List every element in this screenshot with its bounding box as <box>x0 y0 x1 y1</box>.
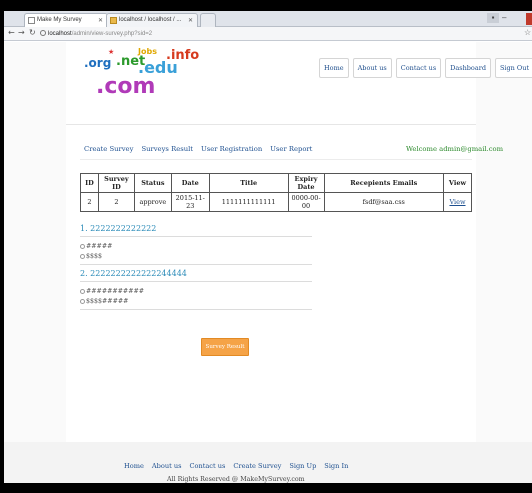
option-label: $$$$##### <box>86 298 129 305</box>
url-field[interactable]: localhost/admin/view-survey.php?sid=2 <box>40 29 520 39</box>
footer-create-survey-link[interactable]: Create Survey <box>233 462 281 470</box>
logo-star-icon: ★ <box>108 48 115 56</box>
nav-home-button[interactable]: Home <box>319 58 349 78</box>
footer-signup-link[interactable]: Sign Up <box>289 462 316 470</box>
close-tab-icon[interactable]: ✕ <box>188 17 193 24</box>
radio-button[interactable] <box>80 244 85 249</box>
maximize-icon[interactable]: – <box>502 13 506 22</box>
nav-signout-button[interactable]: Sign Out <box>494 58 532 78</box>
browser-tab-1[interactable]: Make My Survey ✕ <box>24 13 108 27</box>
frame-top <box>0 0 532 11</box>
question-1: 1. 2222222222222 <box>80 224 157 233</box>
menu-create-survey[interactable]: Create Survey <box>84 145 133 153</box>
nav-about-button[interactable]: About us <box>352 58 392 78</box>
new-tab-button[interactable] <box>200 13 216 27</box>
col-view: View <box>442 173 473 193</box>
footer-signin-link[interactable]: Sign In <box>324 462 348 470</box>
header-divider <box>66 124 476 125</box>
question-divider <box>80 281 312 282</box>
top-nav: Home About us Contact us Dashboard Sign … <box>319 58 532 78</box>
col-recipients: Recepients Emails <box>323 173 444 193</box>
frame-bottom <box>0 483 532 493</box>
browser-tab-2[interactable]: localhost / localhost / ... ✕ <box>106 13 198 27</box>
menu-divider <box>80 159 472 160</box>
cell-title: 1111111111111 <box>208 192 289 212</box>
cell-expiry: 0000-00-00 <box>287 192 325 212</box>
logo-com: .com <box>96 74 156 99</box>
copyright-text: All Rights Reserved @ MakeMySurvey.com <box>167 476 305 483</box>
col-status: Status <box>133 173 172 193</box>
question-divider <box>80 236 312 237</box>
view-link[interactable]: View <box>449 198 465 206</box>
question-divider <box>80 309 312 310</box>
close-tab-icon[interactable]: ✕ <box>98 17 103 24</box>
database-icon <box>110 17 117 24</box>
logo-jobs: Jobs <box>138 47 157 56</box>
minimize-icon[interactable]: ▪ <box>487 13 499 23</box>
content-area: .org ★ .net Jobs .edu .info .com Home Ab… <box>66 42 532 483</box>
survey-table: ID Survey ID Status Date Title Expiry Da… <box>80 173 473 212</box>
menu-user-report[interactable]: User Report <box>270 145 312 153</box>
tab-label-2: localhost / localhost / ... <box>119 17 182 23</box>
back-arrow-icon[interactable]: ← <box>8 28 15 37</box>
footer-nav: Home About us Contact us Create Survey S… <box>124 462 348 470</box>
cell-date: 2015-11-23 <box>170 192 210 212</box>
col-title: Title <box>208 173 289 193</box>
footer-about-link[interactable]: About us <box>152 462 182 470</box>
browser-tabbar: Make My Survey ✕ localhost / localhost /… <box>4 11 532 27</box>
footer-contact-link[interactable]: Contact us <box>189 462 225 470</box>
radio-button[interactable] <box>80 289 85 294</box>
option-label: ########### <box>86 288 145 295</box>
reload-icon[interactable]: ↻ <box>29 28 36 37</box>
col-expiry-date: Expiry Date <box>287 173 325 193</box>
bookmark-star-icon[interactable]: ☆ <box>524 28 531 37</box>
question-divider <box>80 264 312 265</box>
welcome-text: Welcome admin@gmail.com <box>406 145 504 153</box>
option-1-1[interactable]: ##### <box>80 243 112 250</box>
address-bar: ← → ↻ localhost/admin/view-survey.php?si… <box>4 27 532 41</box>
url-path: /admin/view-survey.php?sid=2 <box>71 31 153 37</box>
cell-view: View <box>442 192 473 212</box>
option-2-1[interactable]: ########### <box>80 288 144 295</box>
question-2: 2. 2222222222222244444 <box>80 269 187 278</box>
option-2-2[interactable]: $$$$##### <box>80 298 128 305</box>
nav-contact-button[interactable]: Contact us <box>395 58 442 78</box>
col-id: ID <box>80 173 99 193</box>
close-window-icon[interactable] <box>526 13 532 25</box>
radio-button[interactable] <box>80 299 85 304</box>
nav-dashboard-button[interactable]: Dashboard <box>445 58 491 78</box>
forward-arrow-icon[interactable]: → <box>18 28 25 37</box>
admin-menu: Create Survey Surveys Result User Regist… <box>84 145 312 153</box>
cell-id: 2 <box>80 192 99 212</box>
option-label: $$$$ <box>86 253 103 260</box>
footer-home-link[interactable]: Home <box>124 462 144 470</box>
page-icon <box>28 17 35 24</box>
option-1-2[interactable]: $$$$ <box>80 253 102 260</box>
col-date: Date <box>170 173 210 193</box>
cell-status: approve <box>133 192 172 212</box>
cell-survey-id: 2 <box>97 192 135 212</box>
info-icon[interactable] <box>40 30 46 36</box>
web-page: .org ★ .net Jobs .edu .info .com Home Ab… <box>4 42 532 483</box>
option-label: ##### <box>86 243 113 250</box>
survey-result-button[interactable]: Survey Result <box>201 338 249 356</box>
radio-button[interactable] <box>80 254 85 259</box>
url-host: localhost <box>48 31 72 37</box>
menu-user-registration[interactable]: User Registration <box>201 145 262 153</box>
col-survey-id: Survey ID <box>97 173 135 193</box>
site-logo[interactable]: .org ★ .net Jobs .edu .info .com <box>82 47 199 106</box>
table-row: 2 2 approve 2015-11-23 1111111111111 000… <box>80 192 473 212</box>
table-header-row: ID Survey ID Status Date Title Expiry Da… <box>80 173 473 193</box>
logo-org: .org <box>84 56 112 70</box>
cell-recipients: fsdf@saa.css <box>323 192 444 212</box>
logo-info: .info <box>166 48 200 63</box>
menu-surveys-result[interactable]: Surveys Result <box>141 145 193 153</box>
tab-label-1: Make My Survey <box>37 17 82 23</box>
